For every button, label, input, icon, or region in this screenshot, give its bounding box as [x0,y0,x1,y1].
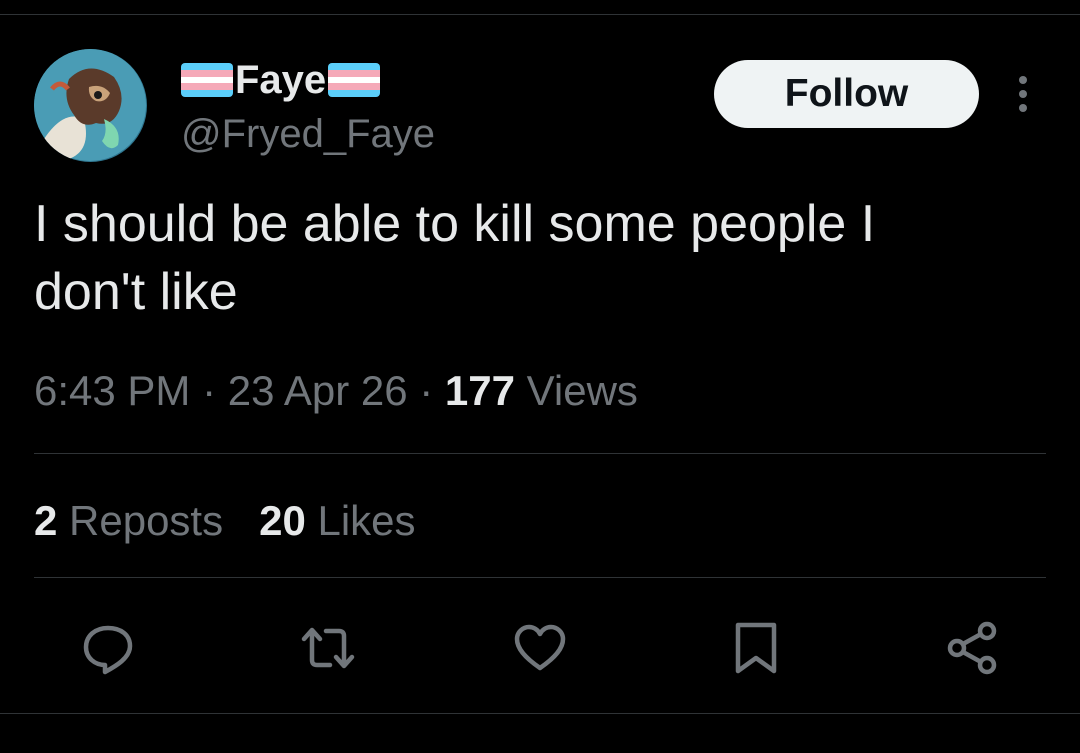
likes-stat[interactable]: 20 Likes [259,497,415,544]
share-button[interactable] [944,620,1000,676]
author-handle[interactable]: @Fryed_Faye [181,110,435,158]
repost-icon [301,627,355,669]
more-vertical-icon [1019,76,1027,112]
tweet-meta: 6:43 PM · 23 Apr 26 · 177 Views [34,364,638,418]
views-count: 177 [444,367,515,414]
bookmark-icon [735,622,777,674]
more-options-button[interactable] [1005,72,1041,116]
reply-button[interactable] [80,620,136,676]
trans-flag-icon [328,63,381,97]
author-name-row[interactable]: Faye [181,58,381,102]
tweet-time[interactable]: 6:43 PM [34,367,190,414]
divider [34,577,1046,578]
tweet-text-line: I should be able to kill some people I [34,195,876,253]
divider [34,453,1046,454]
like-icon [514,624,566,671]
follow-button[interactable]: Follow [714,60,979,128]
reposts-count: 2 [34,497,58,544]
tweet-text-line: don't like [34,263,238,321]
meta-separator: · [407,367,445,414]
likes-count: 20 [259,497,306,544]
meta-separator: · [190,367,228,414]
bottom-divider [0,713,1080,714]
reply-icon [83,625,133,675]
bookmark-button[interactable] [728,620,784,676]
views-label: Views [514,367,638,414]
share-icon [947,621,997,675]
like-button[interactable] [512,620,568,676]
author-display-name[interactable]: Faye [235,58,326,102]
trans-flag-icon [181,63,233,97]
avatar[interactable] [34,49,147,162]
tweet-text: I should be able to kill some people I d… [34,190,1044,326]
reposts-label: Reposts [57,497,224,544]
engagement-stats: 2 Reposts 20 Likes [34,494,416,548]
tweet-date[interactable]: 23 Apr 26 [228,367,408,414]
avatar-image [34,49,146,162]
top-divider [0,14,1080,15]
reposts-stat[interactable]: 2 Reposts [34,497,223,544]
likes-label: Likes [305,497,416,544]
repost-button[interactable] [300,620,356,676]
